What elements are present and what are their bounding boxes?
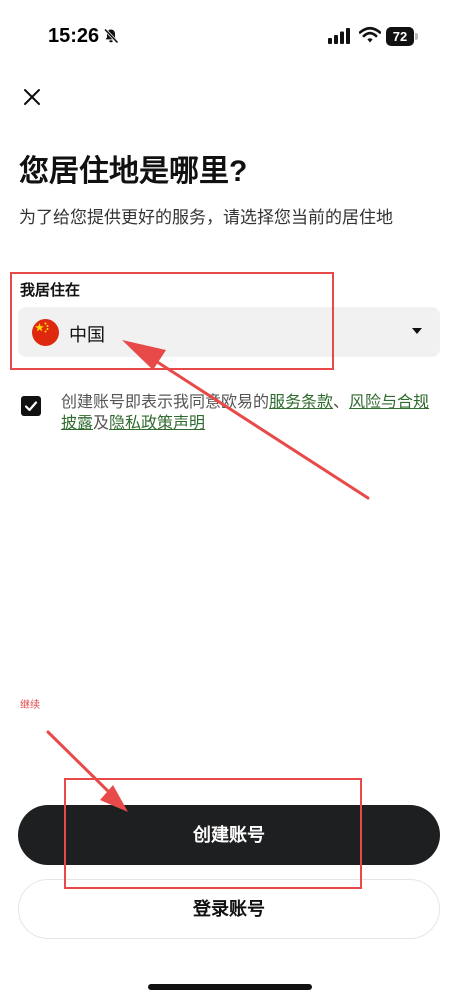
close-button[interactable] — [20, 85, 44, 109]
privacy-policy-link[interactable]: 隐私政策声明 — [109, 415, 205, 432]
battery-level: 72 — [386, 27, 414, 46]
status-bar: 15:26 72 — [0, 0, 459, 70]
battery-icon: 72 — [386, 27, 418, 47]
terms-checkbox[interactable] — [21, 396, 41, 416]
annotation-box-country — [10, 272, 334, 370]
terms-separator: 、 — [333, 394, 350, 411]
status-time: 15:26 — [48, 25, 100, 47]
close-icon — [24, 89, 40, 105]
home-indicator — [148, 984, 312, 990]
caret-down-icon — [412, 328, 422, 334]
terms-prefix: 创建账号即表示我同意欧易的 — [61, 394, 270, 411]
annotation-box-create-account — [64, 778, 362, 889]
service-terms-link[interactable]: 服务条款 — [269, 394, 333, 411]
signal-icon — [328, 28, 352, 49]
checkmark-icon — [24, 401, 38, 412]
bell-muted-icon — [103, 28, 119, 49]
page-title: 您居住地是哪里? — [19, 155, 248, 188]
wifi-icon — [358, 26, 382, 49]
terms-text: 创建账号即表示我同意欧易的服务条款、风险与合规披露及隐私政策声明 — [61, 392, 441, 434]
page-subtitle: 为了给您提供更好的服务，请选择您当前的居住地 — [19, 208, 393, 227]
continue-annotation-text: 继续 — [20, 700, 40, 711]
terms-conjunction: 及 — [93, 415, 110, 432]
